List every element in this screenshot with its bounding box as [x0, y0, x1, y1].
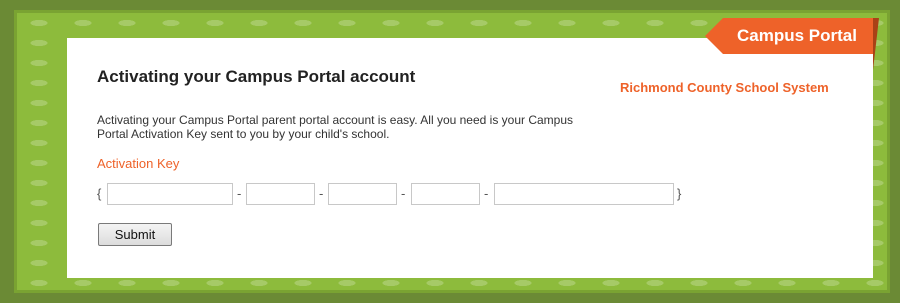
submit-button[interactable]: Submit: [98, 223, 172, 246]
activation-key-segment-2[interactable]: [246, 183, 315, 205]
banner-fold: [873, 18, 879, 70]
activation-description: Activating your Campus Portal parent por…: [97, 113, 574, 141]
activation-key-segment-3[interactable]: [328, 183, 397, 205]
campus-portal-banner: Campus Portal: [705, 18, 873, 54]
activation-key-label: Activation Key: [97, 156, 180, 171]
close-brace: }: [677, 186, 682, 201]
activation-key-segment-5[interactable]: [494, 183, 674, 205]
page-title: Activating your Campus Portal account: [97, 67, 416, 86]
district-name: Richmond County School System: [620, 80, 829, 95]
key-separator-2: -: [319, 186, 324, 201]
key-separator-4: -: [484, 186, 489, 201]
key-separator-3: -: [401, 186, 406, 201]
activation-key-segment-1[interactable]: [107, 183, 233, 205]
activation-key-segment-4[interactable]: [411, 183, 480, 205]
key-separator-1: -: [237, 186, 242, 201]
open-brace: {: [97, 186, 102, 201]
